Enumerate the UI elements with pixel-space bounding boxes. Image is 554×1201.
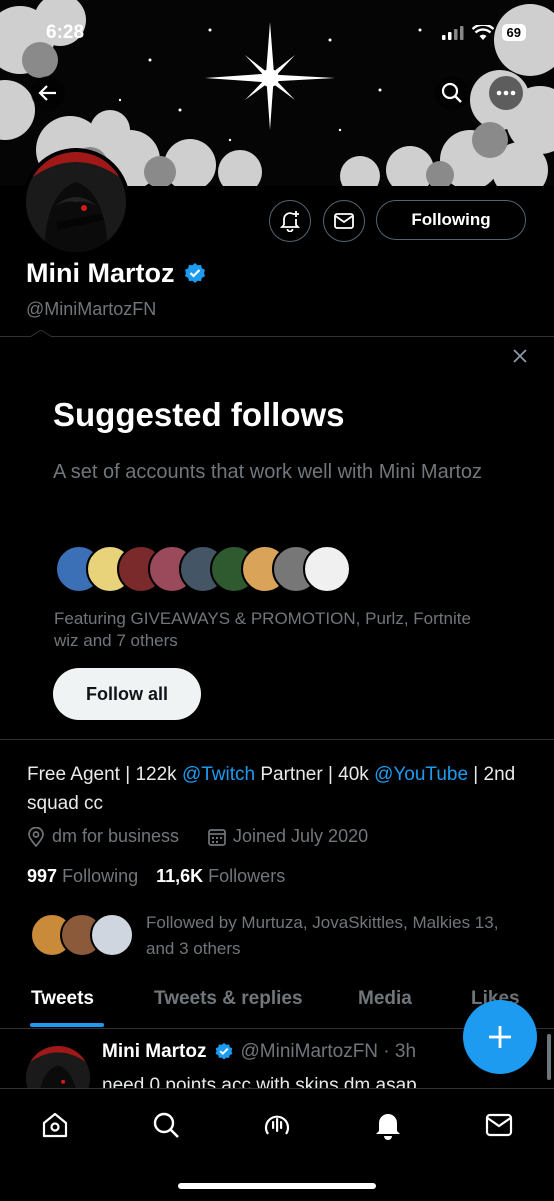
location-icon: [28, 826, 44, 847]
profile-bio: Free Agent | 122k @Twitch Partner | 40k …: [27, 760, 537, 818]
nav-spaces[interactable]: [259, 1107, 295, 1143]
followers-label: Followers: [208, 866, 286, 886]
location-text: dm for business: [52, 826, 180, 846]
search-icon: [153, 1112, 179, 1138]
close-icon: [513, 349, 527, 363]
scrollbar[interactable]: [547, 1034, 551, 1080]
status-indicators: 69: [441, 24, 526, 41]
followed-by-text[interactable]: Followed by Murtuza, JovaSkittles, Malki…: [146, 910, 526, 962]
suggested-featuring-text: Featuring GIVEAWAYS & PROMOTION, Purlz, …: [54, 609, 471, 650]
back-arrow-icon: [38, 85, 56, 101]
back-button[interactable]: [31, 76, 65, 110]
envelope-icon: [334, 213, 354, 229]
search-button[interactable]: [435, 76, 469, 110]
battery-indicator: 69: [501, 24, 526, 41]
verified-badge-icon: [215, 1042, 232, 1060]
tab-tweets[interactable]: Tweets: [31, 988, 94, 1010]
tweet-author-name[interactable]: Mini Martoz: [102, 1041, 207, 1063]
status-time: 6:28: [46, 22, 85, 43]
calendar-icon: [208, 828, 226, 846]
follower-avatar: [90, 913, 134, 957]
following-count: 997: [27, 866, 58, 886]
avatar-image: [26, 152, 126, 252]
profile-handle: @MiniMartozFN: [26, 299, 157, 319]
suggested-follows-description: A set of accounts that work well with Mi…: [53, 461, 483, 483]
home-indicator[interactable]: [178, 1183, 376, 1189]
plus-icon: [489, 1026, 511, 1048]
divider: [0, 739, 554, 740]
following-label: Following: [62, 866, 139, 886]
divider: [0, 336, 554, 337]
suggested-avatar: [303, 545, 351, 593]
bell-plus-icon: [280, 211, 300, 232]
compose-tweet-button[interactable]: [463, 1000, 537, 1074]
signal-icon: [441, 25, 464, 40]
following-button[interactable]: Following: [376, 200, 526, 240]
bio-link-youtube[interactable]: @YouTube: [374, 764, 468, 785]
follow-all-button[interactable]: Follow all: [53, 668, 201, 720]
followers-stat[interactable]: 11,6K Followers: [156, 866, 285, 887]
profile-joined: Joined July 2020: [208, 826, 368, 847]
bio-link-twitch[interactable]: @Twitch: [182, 764, 255, 785]
active-tab-indicator: [30, 1023, 104, 1027]
notifications-toggle-button[interactable]: [269, 200, 311, 242]
search-icon: [441, 82, 462, 103]
nav-notifications[interactable]: [370, 1107, 406, 1143]
messages-icon: [485, 1113, 513, 1137]
bio-text: Free Agent | 122k: [27, 764, 182, 785]
nav-messages[interactable]: [481, 1107, 517, 1143]
followed-by-avatars[interactable]: [30, 913, 140, 961]
spaces-icon: [264, 1115, 290, 1135]
profile-stats: 997 Following 11,6K Followers: [27, 866, 285, 887]
more-button[interactable]: [489, 76, 523, 110]
dismiss-suggestions-button[interactable]: [508, 344, 532, 368]
more-icon: [496, 90, 516, 96]
wifi-icon: [471, 24, 494, 40]
nav-home[interactable]: [37, 1107, 73, 1143]
verified-badge-icon: [184, 262, 205, 283]
tweet-header: Mini Martoz @MiniMartozFN · 3h: [102, 1041, 416, 1063]
profile-avatar[interactable]: [22, 148, 130, 256]
message-button[interactable]: [323, 200, 365, 242]
profile-name-row: Mini Martoz: [26, 258, 207, 289]
joined-text: Joined July 2020: [233, 826, 369, 846]
tab-media[interactable]: Media: [358, 988, 412, 1010]
profile-name: Mini Martoz: [26, 258, 175, 288]
tweet-handle-time: @MiniMartozFN · 3h: [240, 1041, 417, 1062]
suggested-avatars[interactable]: [55, 545, 355, 595]
tweet-text-clip: need 0 points acc with skins dm asap: [102, 1072, 417, 1088]
callout-pointer: [30, 330, 52, 338]
tweet-text: need 0 points acc with skins dm asap: [102, 1075, 417, 1088]
home-icon: [42, 1112, 68, 1138]
notifications-icon: [376, 1114, 400, 1140]
following-stat[interactable]: 997 Following: [27, 866, 138, 887]
profile-location: dm for business: [27, 826, 179, 847]
suggested-follows-title: Suggested follows: [53, 396, 345, 433]
bio-text: Partner | 40k: [255, 764, 375, 785]
followers-count: 11,6K: [156, 866, 204, 886]
nav-search[interactable]: [148, 1107, 184, 1143]
tab-tweets-and-replies[interactable]: Tweets & replies: [154, 988, 303, 1010]
